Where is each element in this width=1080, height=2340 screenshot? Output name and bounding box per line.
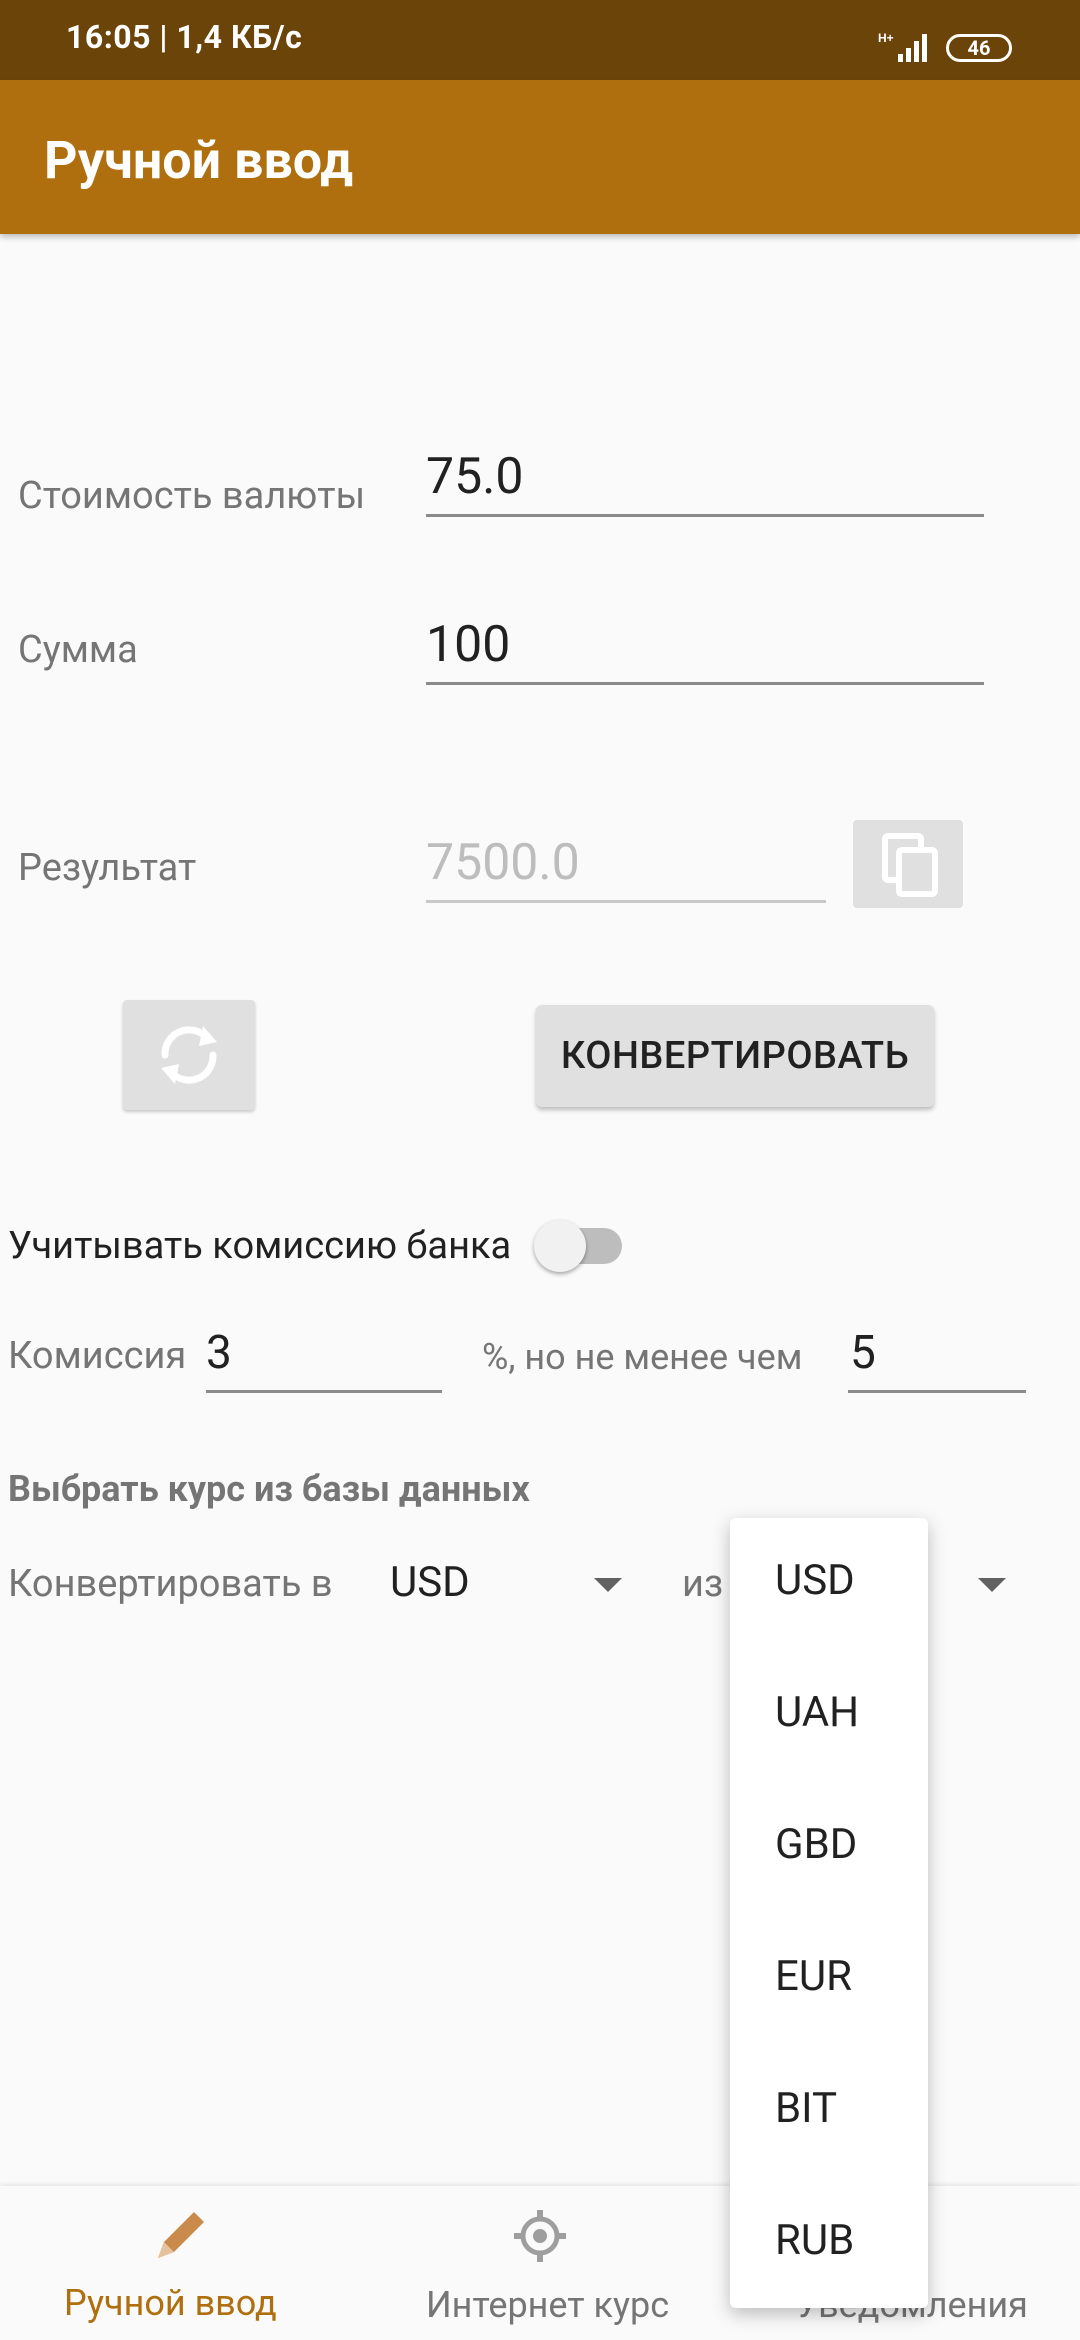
amount-input[interactable]: 100 [426,616,510,674]
amount-underline [426,682,984,685]
commission-underline [206,1390,442,1393]
commission-switch-thumb[interactable] [534,1220,586,1272]
dropdown-option-rub[interactable]: RUB [775,2216,854,2265]
dropdown-option-bit[interactable]: BIT [775,2084,837,2133]
refresh-icon [161,1026,217,1084]
battery-indicator: 46 [946,34,1012,62]
status-bar: 16:05 | 1,4 КБ/с H+ 46 [0,0,1080,80]
currency-dropdown-menu: USD UAH GBD EUR BIT RUB [730,1518,928,2308]
dropdown-option-usd[interactable]: USD [775,1556,855,1605]
dropdown-option-gbd[interactable]: GBD [775,1820,857,1869]
copy-icon [882,833,938,897]
result-label: Результат [18,846,197,890]
currency-price-underline [426,514,984,517]
status-time: 16:05 | 1,4 КБ/с [66,18,303,56]
page-title: Ручной ввод [44,130,354,191]
min-commission-underline [848,1390,1026,1393]
convert-button[interactable]: КОНВЕРТИРОВАТЬ [536,1005,934,1107]
database-section-title: Выбрать курс из базы данных [8,1468,530,1510]
svg-text:H+: H+ [878,31,894,45]
min-commission-input[interactable]: 5 [850,1326,876,1380]
result-field: 7500.0 [426,834,580,892]
nav-label-internet: Интернет курс [426,2284,670,2326]
commission-toggle-label: Учитывать комиссию банка [8,1224,512,1268]
currency-price-label: Стоимость валюты [18,474,366,518]
commission-label: Комиссия [8,1334,187,1378]
crosshair-icon [514,2210,566,2262]
dropdown-option-uah[interactable]: UAH [775,1688,859,1737]
copy-button[interactable] [853,820,963,908]
convert-to-caret-icon[interactable] [594,1578,622,1592]
from-label: из [682,1562,724,1606]
convert-to-spinner[interactable]: USD [390,1558,470,1607]
refresh-button[interactable] [123,1000,255,1110]
pencil-icon [158,2212,204,2258]
min-commission-label: %, но не менее чем [482,1336,803,1378]
nav-item-manual[interactable]: Ручной ввод [0,2186,360,2340]
dropdown-option-eur[interactable]: EUR [775,1952,852,2001]
commission-input[interactable]: 3 [206,1326,232,1380]
convert-to-label: Конвертировать в [8,1562,333,1606]
result-underline [426,900,826,903]
nav-label-manual: Ручной ввод [64,2282,277,2324]
from-caret-icon[interactable] [978,1578,1006,1592]
nav-item-internet[interactable]: Интернет курс [360,2186,720,2340]
app-bar: Ручной ввод [0,80,1080,234]
signal-icon: H+ [878,31,927,62]
amount-label: Сумма [18,628,138,672]
currency-price-input[interactable]: 75.0 [426,448,524,506]
